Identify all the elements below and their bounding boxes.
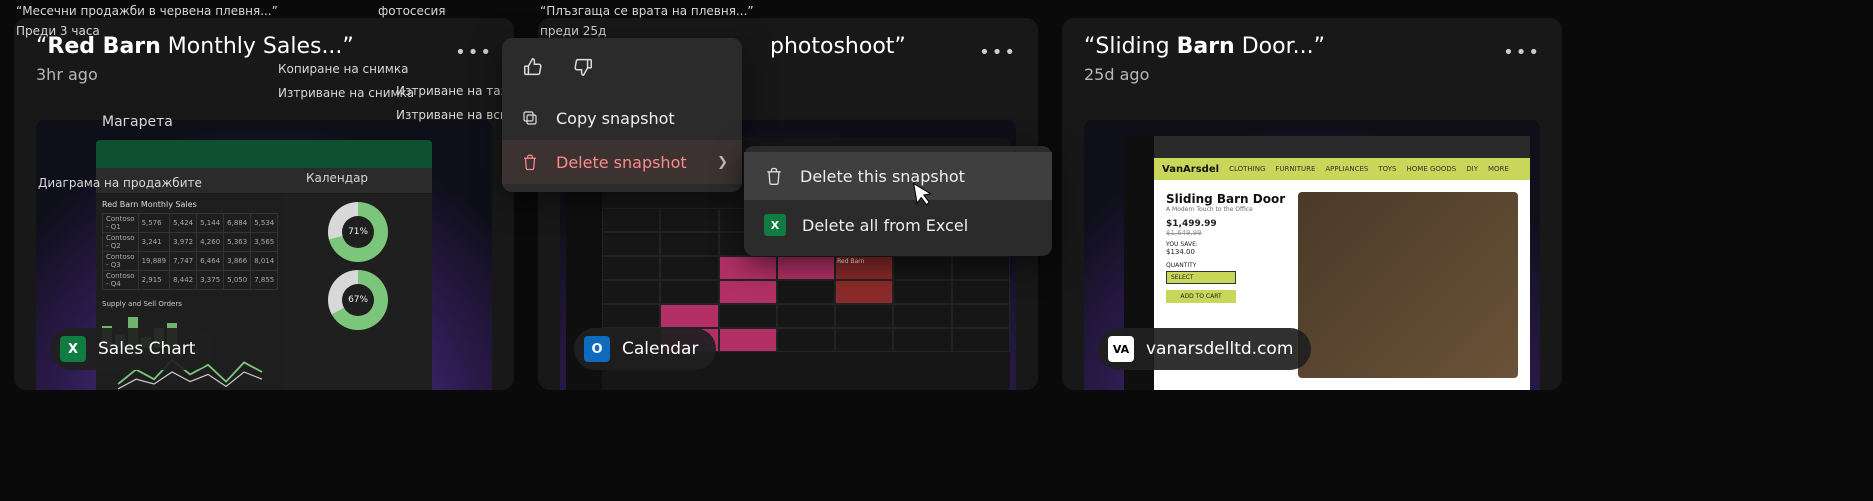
- menu-delete-snapshot[interactable]: Delete snapshot ❯: [502, 140, 742, 184]
- card-timestamp: 25d ago: [1084, 65, 1325, 84]
- more-button[interactable]: •••: [1504, 34, 1540, 70]
- menu-delete-this-snapshot[interactable]: Delete this snapshot: [744, 152, 1052, 200]
- excel-table: Contoso - Q15,5765,4245,1446,8845,534 Co…: [102, 213, 278, 290]
- source-chip[interactable]: O Calendar: [574, 328, 716, 370]
- snapshot-card[interactable]: “Red Barn Monthly Sales...” 3hr ago ••• …: [14, 18, 514, 390]
- chip-label: vanarsdelltd.com: [1146, 339, 1293, 359]
- price: $1,499.99: [1166, 219, 1286, 229]
- product-image: [1298, 192, 1518, 378]
- trash-icon: [764, 166, 784, 186]
- old-price: $1,649.99: [1166, 229, 1286, 237]
- qty-select: SELECT: [1166, 271, 1236, 284]
- thumbs-down-icon[interactable]: [572, 56, 594, 82]
- add-to-cart: ADD TO CART: [1166, 290, 1236, 303]
- trash-icon: [520, 152, 540, 172]
- source-chip[interactable]: VA vanarsdelltd.com: [1098, 328, 1311, 370]
- card-title: “Sliding Barn Door...”: [1084, 34, 1325, 59]
- donut-chart: 67%: [328, 270, 388, 330]
- product-title: Sliding Barn Door: [1166, 192, 1286, 206]
- menu-label: Delete this snapshot: [800, 167, 965, 186]
- thumbs-up-icon[interactable]: [522, 56, 544, 82]
- context-menu: Copy snapshot Delete snapshot ❯: [502, 38, 742, 192]
- excel-subheading: Supply and Sell Orders: [102, 300, 278, 308]
- snapshot-card[interactable]: “Sliding Barn Door...” 25d ago ••• VanAr…: [1062, 18, 1562, 390]
- card-title: “Red Barn Monthly Sales...”: [36, 34, 354, 59]
- site-nav: VanArsdel CLOTHINGFURNITUREAPPLIANCESTOY…: [1154, 158, 1530, 180]
- copy-icon: [520, 108, 540, 128]
- more-button[interactable]: •••: [980, 34, 1016, 70]
- chevron-right-icon: ❯: [717, 155, 728, 170]
- menu-copy-snapshot[interactable]: Copy snapshot: [502, 96, 742, 140]
- chip-label: Calendar: [622, 339, 698, 359]
- delete-submenu: Delete this snapshot X Delete all from E…: [744, 146, 1052, 256]
- source-chip[interactable]: X Sales Chart: [50, 328, 213, 370]
- menu-label: Copy snapshot: [556, 109, 675, 128]
- card-timestamp: 3hr ago: [36, 65, 354, 84]
- website-icon: VA: [1108, 336, 1134, 362]
- donut-chart: 71%: [328, 202, 388, 262]
- product-subtitle: A Modern Touch to the Office: [1166, 206, 1286, 213]
- chip-label: Sales Chart: [98, 339, 195, 359]
- outlook-icon: O: [584, 336, 610, 362]
- menu-label: Delete snapshot: [556, 153, 687, 172]
- excel-icon: X: [764, 214, 786, 236]
- more-button[interactable]: •••: [456, 34, 492, 70]
- excel-heading: Red Barn Monthly Sales: [102, 200, 278, 209]
- menu-label: Delete all from Excel: [802, 216, 968, 235]
- menu-delete-all-excel[interactable]: X Delete all from Excel: [744, 200, 1052, 250]
- excel-icon: X: [60, 336, 86, 362]
